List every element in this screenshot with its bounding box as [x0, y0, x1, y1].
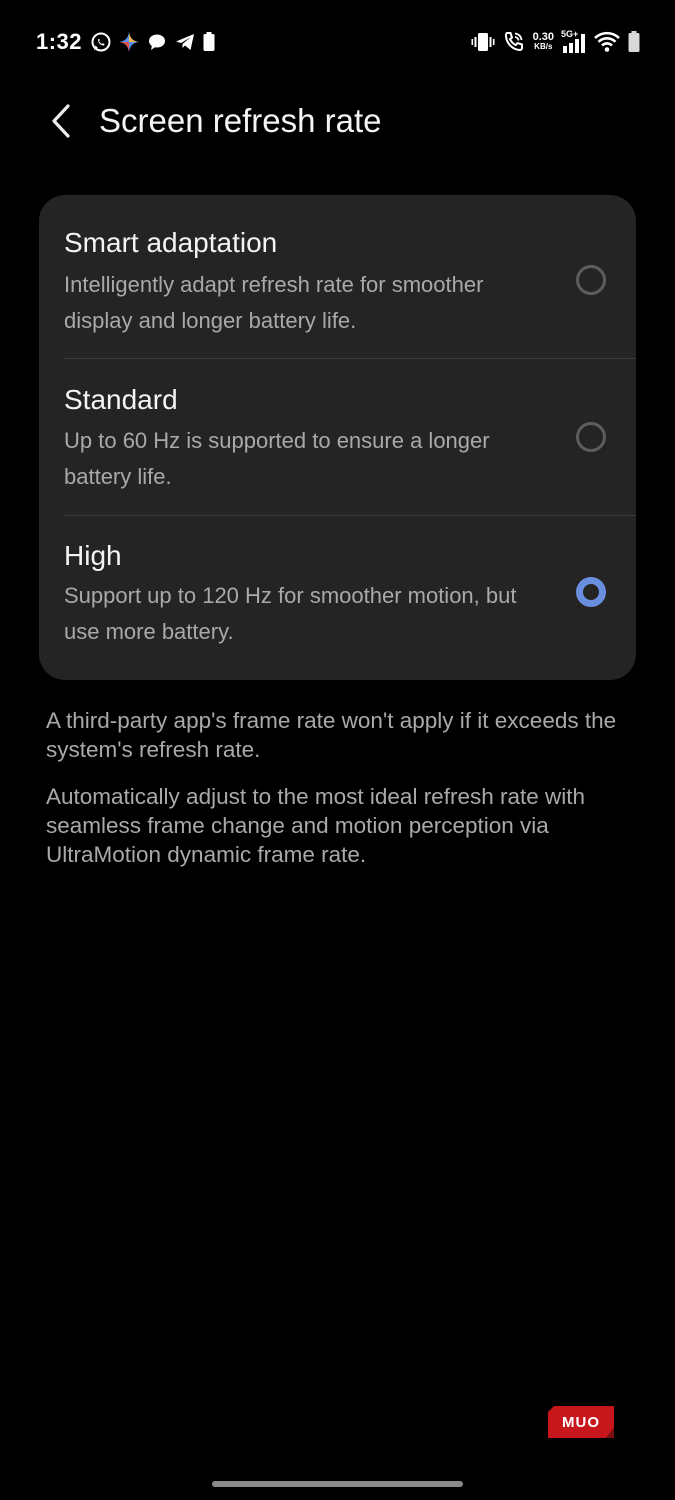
option-smart-adaptation[interactable]: Smart adaptation Intelligently adapt ref… — [39, 195, 636, 352]
wifi-icon — [594, 31, 620, 52]
refresh-rate-options: Smart adaptation Intelligently adapt ref… — [39, 195, 636, 680]
chevron-left-icon — [52, 104, 70, 138]
option-high[interactable]: High Support up to 120 Hz for smoother m… — [39, 515, 636, 672]
info-frame-rate-note: A third-party app's frame rate won't app… — [46, 708, 617, 762]
gemini-sparkle-icon — [119, 32, 139, 52]
telegram-icon — [176, 34, 194, 50]
home-indicator[interactable] — [212, 1481, 463, 1487]
net-speed-unit: KB/s — [534, 42, 553, 51]
wifi-calling-icon — [504, 32, 523, 52]
option-standard[interactable]: Standard Up to 60 Hz is supported to ens… — [39, 358, 636, 515]
option-title: Smart adaptation — [64, 227, 278, 258]
option-description: Up to 60 Hz is supported to ensure a lon… — [64, 428, 490, 489]
vibrate-icon — [471, 33, 495, 51]
back-button[interactable] — [38, 96, 84, 146]
system-status-icons: 0.30 KB/s 5G+ — [471, 29, 641, 55]
radio-smart-adaptation[interactable] — [576, 265, 606, 295]
app-header: Screen refresh rate — [0, 84, 675, 160]
cellular-signal-icon: 5G+ — [561, 29, 587, 55]
muo-watermark: MUO — [548, 1406, 614, 1438]
option-description: Support up to 120 Hz for smoother motion… — [64, 583, 517, 644]
status-bar: 1:32 0.30 KB/s 5G+ — [0, 0, 675, 84]
battery-small-icon — [203, 32, 215, 51]
page-title: Screen refresh rate — [99, 102, 382, 139]
net-speed: 0.30 KB/s — [533, 32, 554, 52]
watermark-text: MUO — [562, 1413, 600, 1431]
net-speed-value: 0.30 — [532, 31, 554, 43]
whatsapp-icon — [91, 32, 111, 52]
status-time: 1:32 — [36, 29, 83, 54]
notification-icons — [90, 31, 216, 53]
info-ultramotion-note: Automatically adjust to the most ideal r… — [46, 784, 586, 867]
battery-icon — [628, 31, 640, 52]
option-title: High — [64, 540, 122, 571]
radio-standard[interactable] — [576, 422, 606, 452]
chat-bubble-icon — [149, 34, 165, 50]
radio-high[interactable] — [576, 577, 606, 607]
option-title: Standard — [64, 384, 178, 415]
option-description: Intelligently adapt refresh rate for smo… — [64, 272, 484, 333]
